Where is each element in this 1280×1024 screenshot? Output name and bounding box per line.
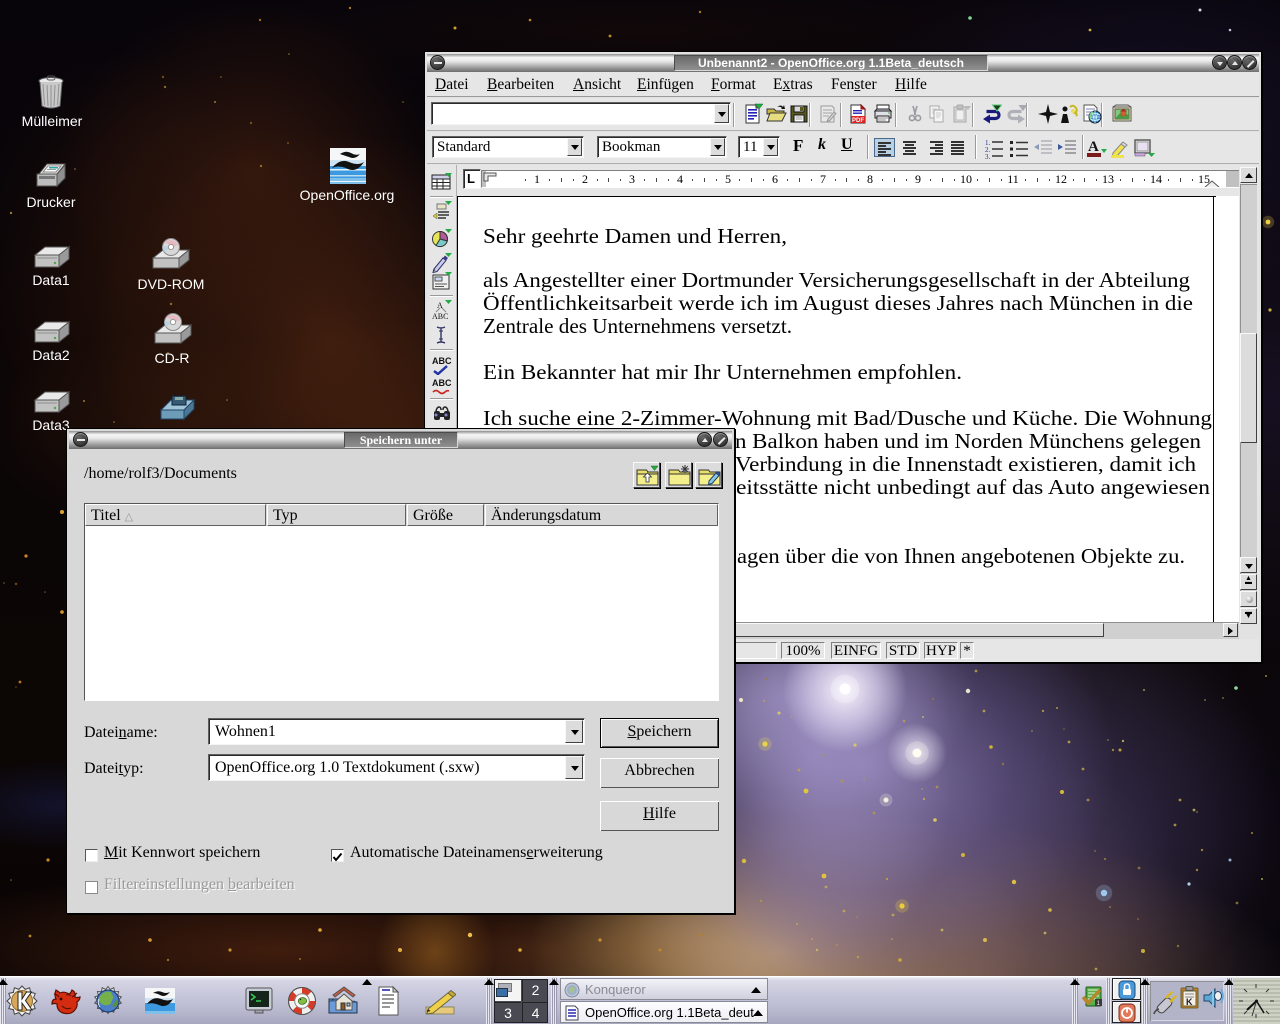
svg-text:ABC: ABC: [432, 378, 452, 388]
svg-text:PDF: PDF: [852, 118, 864, 124]
svg-text:ABC: ABC: [432, 356, 452, 366]
svg-text:K: K: [1186, 997, 1193, 1007]
svg-text:ABC: ABC: [432, 312, 448, 320]
svg-text:A: A: [1088, 139, 1099, 155]
svg-text:3.: 3.: [985, 153, 991, 159]
